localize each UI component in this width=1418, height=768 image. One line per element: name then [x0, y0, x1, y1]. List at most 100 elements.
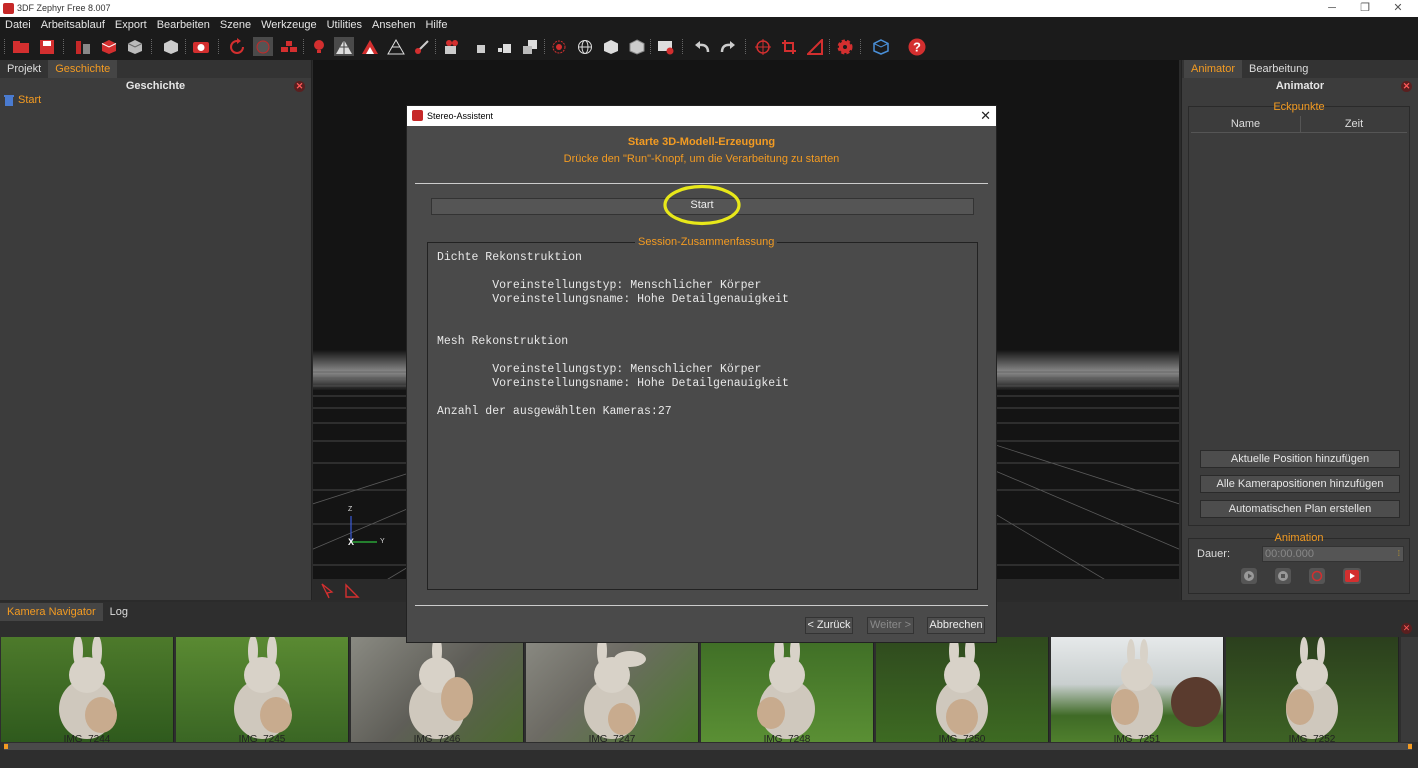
wireframe-icon[interactable] — [386, 37, 406, 56]
loop-icon[interactable] — [1309, 568, 1325, 584]
horizontal-scrollbar[interactable] — [4, 743, 1412, 750]
cubes-icon[interactable] — [520, 37, 540, 56]
film-camera-icon[interactable] — [442, 37, 462, 56]
dialog-titlebar: Stereo-Assistent ✕ — [407, 106, 996, 126]
thumbnail-label: IMG_7245 — [238, 734, 286, 742]
pointer-cube-icon[interactable] — [470, 37, 490, 56]
measure-icon[interactable] — [805, 37, 825, 56]
animation-group-label: Animation — [1274, 532, 1324, 544]
textured-mesh-icon[interactable] — [360, 37, 380, 56]
hex-cube-2-icon[interactable] — [627, 37, 647, 56]
camera-thumbnail[interactable]: IMG_7246 — [351, 637, 524, 742]
camera-thumbnail[interactable]: IMG_7245 — [176, 637, 349, 742]
stop-icon[interactable] — [1275, 568, 1291, 584]
camera-thumbnail[interactable]: IMG_7248 — [701, 637, 874, 742]
menu-export[interactable]: Export — [110, 17, 152, 33]
menu-bearbeiten[interactable]: Bearbeiten — [152, 17, 215, 33]
new-project-icon[interactable] — [11, 37, 31, 56]
highlight-circle — [663, 184, 741, 226]
tab-log[interactable]: Log — [103, 603, 135, 621]
close-panel-icon[interactable]: ✕ — [294, 81, 305, 92]
window-titlebar: 3DF Zephyr Free 8.007 ─ ❐ ✕ — [0, 0, 1418, 17]
axis-label-y: Y — [380, 538, 385, 545]
close-dialog-icon[interactable]: ✕ — [980, 106, 991, 126]
axis-label-x: X — [348, 537, 355, 547]
duration-input[interactable]: 00:00.000 ⁞ — [1262, 546, 1404, 562]
panel-header: Animator ✕ — [1182, 78, 1418, 94]
minimize-button[interactable]: ─ — [1317, 1, 1347, 16]
back-button[interactable]: < Zurück — [805, 617, 853, 634]
thumbnail-label: IMG_7252 — [1288, 734, 1336, 742]
app-icon — [3, 3, 14, 14]
camera-thumbnail[interactable]: IMG_7252 — [1226, 637, 1399, 742]
sphere-wire-icon[interactable] — [575, 37, 595, 56]
tab-animator[interactable]: Animator — [1184, 60, 1243, 78]
menu-ansehen[interactable]: Ansehen — [367, 17, 420, 33]
menu-werkzeuge[interactable]: Werkzeuge — [256, 17, 321, 33]
record-video-icon[interactable] — [1343, 568, 1361, 584]
brush-icon[interactable] — [412, 37, 432, 56]
dense-cloud-icon[interactable] — [549, 37, 569, 56]
blocks-icon[interactable] — [279, 37, 299, 56]
history-item-label: Start — [18, 94, 42, 106]
restore-button[interactable]: ❐ — [1350, 1, 1380, 16]
orbit-icon[interactable] — [753, 37, 773, 56]
app-icon — [412, 110, 423, 121]
red-cube-icon[interactable] — [99, 37, 119, 56]
history-panel: Projekt Geschichte Geschichte ✕ Start — [0, 60, 312, 600]
screen-record-icon[interactable] — [656, 37, 676, 56]
view-cube-icon[interactable] — [871, 37, 891, 56]
save-icon[interactable] — [37, 37, 57, 56]
keyframes-table-header: Name Zeit — [1191, 116, 1407, 133]
column-zeit: Zeit — [1344, 118, 1364, 130]
tab-bearbeitung[interactable]: Bearbeitung — [1242, 60, 1315, 78]
next-button[interactable]: Weiter > — [867, 617, 914, 634]
pointcloud-icon[interactable] — [73, 37, 93, 56]
refresh-icon[interactable] — [227, 37, 247, 56]
menu-szene[interactable]: Szene — [215, 17, 256, 33]
spin-icon[interactable]: ⁞ — [1398, 547, 1400, 561]
close-panel-icon[interactable]: ✕ — [1401, 81, 1412, 92]
hex-cube-icon[interactable] — [601, 37, 621, 56]
dialog-subheading: Drücke den "Run"-Knopf, um die Verarbeit… — [563, 153, 840, 165]
tab-kamera-navigator[interactable]: Kamera Navigator — [0, 603, 103, 621]
camera-thumbnail[interactable]: IMG_7244 — [1, 637, 174, 742]
redo-icon[interactable] — [718, 37, 738, 56]
menu-datei[interactable]: Datei — [0, 17, 36, 33]
cube-add-icon[interactable] — [495, 37, 515, 56]
camera-icon[interactable] — [191, 37, 211, 56]
menu-hilfe[interactable]: Hilfe — [420, 17, 452, 33]
settings-gear-icon[interactable] — [835, 37, 855, 56]
circle-select-icon[interactable] — [253, 37, 273, 56]
toolbar: ? — [0, 33, 1418, 60]
add-current-position-button[interactable]: Aktuelle Position hinzufügen — [1200, 450, 1400, 468]
camera-thumbnail[interactable]: IMG_7251 — [1051, 637, 1224, 742]
animator-panel: Animator Bearbeitung Animator ✕ Eckpunkte… — [1181, 60, 1418, 600]
play-icon[interactable] — [1241, 568, 1257, 584]
tab-geschichte[interactable]: Geschichte — [48, 60, 118, 78]
camera-thumbnail[interactable]: IMG_7250 — [876, 637, 1049, 742]
gear-cube-icon[interactable] — [161, 37, 181, 56]
history-item-start[interactable]: Start — [4, 94, 41, 106]
camera-thumbnail[interactable]: IMG_7247 — [526, 637, 699, 742]
grey-cube-icon[interactable] — [125, 37, 145, 56]
menu-utilities[interactable]: Utilities — [322, 17, 367, 33]
cancel-button[interactable]: Abbrechen — [927, 617, 985, 634]
tab-projekt[interactable]: Projekt — [0, 60, 48, 78]
stereo-wizard-dialog: Stereo-Assistent ✕ Starte 3D-Modell-Erze… — [406, 105, 997, 643]
axis-label-z: Z — [348, 506, 353, 513]
help-icon[interactable]: ? — [907, 37, 927, 56]
close-window-button[interactable]: ✕ — [1383, 1, 1413, 16]
create-automatic-plan-button[interactable]: Automatischen Plan erstellen — [1200, 500, 1400, 518]
mesh-icon[interactable] — [334, 37, 354, 56]
close-navigator-icon[interactable]: ✕ — [1401, 623, 1412, 634]
undo-icon[interactable] — [692, 37, 712, 56]
menu-arbeitsablauf[interactable]: Arbeitsablauf — [36, 17, 110, 33]
light-icon[interactable] — [309, 37, 329, 56]
add-all-camera-positions-button[interactable]: Alle Kamerapositionen hinzufügen — [1200, 475, 1400, 493]
dialog-heading: Starte 3D-Modell-Erzeugung — [627, 136, 776, 148]
dialog-title: Stereo-Assistent — [427, 111, 494, 121]
svg-text:?: ? — [913, 39, 921, 54]
crop-icon[interactable] — [779, 37, 799, 56]
thumbnail-label: IMG_7248 — [763, 734, 811, 742]
